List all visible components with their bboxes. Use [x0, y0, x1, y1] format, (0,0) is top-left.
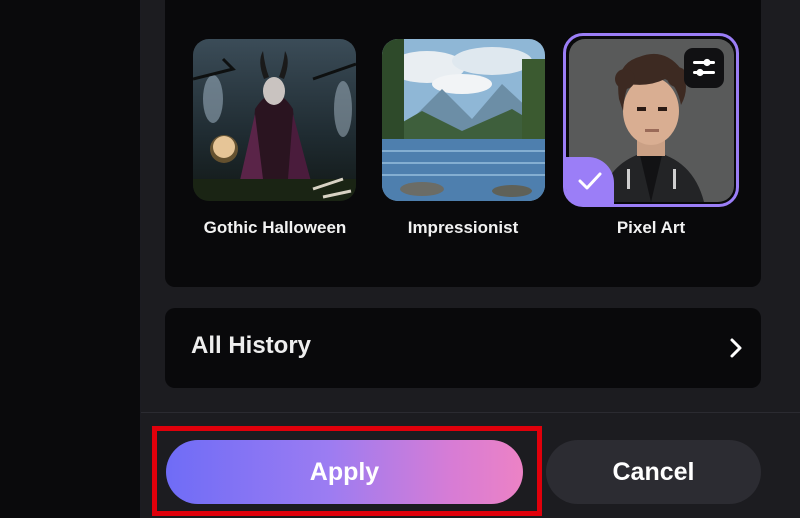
all-history-label: All History [191, 332, 312, 359]
impressionist-image [382, 39, 545, 201]
footer-divider [141, 412, 800, 413]
gothic-halloween-image [193, 39, 356, 201]
style-thumbnail-impressionist[interactable] [382, 39, 545, 201]
style-settings-button[interactable] [684, 48, 724, 88]
cancel-button[interactable]: Cancel [546, 440, 761, 504]
selected-badge [566, 157, 614, 205]
all-history-row[interactable]: All History [165, 308, 761, 388]
style-label-pixel-art: Pixel Art [616, 218, 686, 237]
sliders-icon [693, 58, 715, 77]
left-panel [0, 0, 140, 518]
style-label-gothic-halloween: Gothic Halloween [203, 218, 347, 237]
check-icon [578, 172, 602, 190]
style-label-impressionist: Impressionist [407, 218, 519, 237]
apply-button[interactable]: Apply [166, 440, 523, 504]
style-thumbnail-gothic-halloween[interactable] [193, 39, 356, 201]
chevron-right-icon [730, 338, 742, 358]
